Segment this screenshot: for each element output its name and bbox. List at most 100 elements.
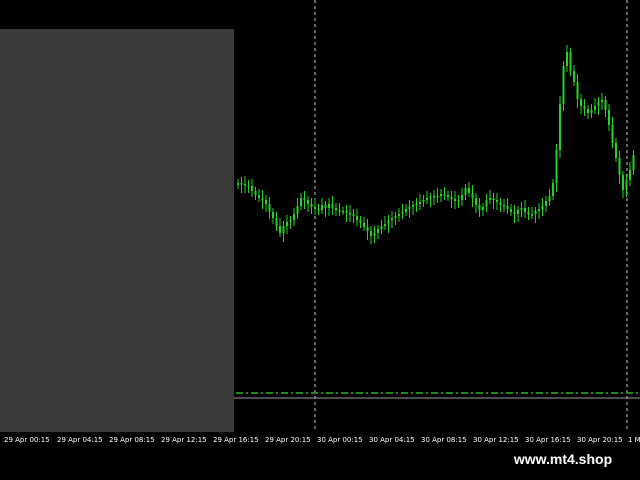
- candle-body: [513, 212, 516, 214]
- time-axis-label: 30 Apr 08:15: [421, 436, 467, 444]
- candle-body: [597, 102, 600, 106]
- time-axis-label: 30 Apr 12:15: [473, 436, 519, 444]
- candle-body: [401, 212, 404, 214]
- candle-body: [363, 223, 365, 227]
- price-chart[interactable]: [0, 0, 640, 432]
- candle-body: [590, 110, 593, 113]
- candle-body: [345, 211, 348, 213]
- candle-body: [496, 200, 498, 202]
- candle-body: [314, 207, 316, 209]
- candle-body: [534, 211, 537, 214]
- candle-body: [517, 210, 519, 214]
- candle-body: [398, 214, 400, 216]
- candle-body: [632, 155, 635, 170]
- candle-body: [499, 202, 502, 205]
- candle-body: [377, 229, 379, 233]
- candle-body: [268, 204, 271, 212]
- candle-body: [566, 52, 568, 66]
- candle-body: [349, 213, 351, 215]
- time-axis-label: 29 Apr 00:15: [4, 436, 50, 444]
- candle-body: [510, 209, 512, 212]
- candle-body: [324, 205, 327, 208]
- candle-body: [247, 185, 250, 187]
- candle-body: [352, 214, 355, 216]
- candle-body: [244, 184, 246, 186]
- candle-body: [237, 183, 239, 185]
- candle-body: [303, 198, 306, 200]
- candle-body: [338, 210, 341, 212]
- candle-body: [482, 207, 484, 210]
- candle-body: [485, 200, 488, 207]
- candle-body: [443, 194, 446, 196]
- candle-body: [293, 214, 295, 220]
- candle-body: [464, 188, 467, 195]
- candle-body: [289, 220, 292, 222]
- candle-body: [489, 198, 491, 200]
- candle-body: [569, 52, 572, 71]
- candle-body: [408, 207, 411, 209]
- candle-body: [506, 206, 509, 209]
- candle-body: [419, 202, 421, 204]
- candle-body: [405, 209, 407, 212]
- candle-body: [594, 106, 596, 110]
- candle-body: [359, 220, 362, 223]
- candle-body: [429, 197, 432, 199]
- candle-body: [611, 125, 614, 143]
- candle-body: [258, 195, 260, 198]
- candle-body: [447, 195, 449, 197]
- candle-body: [615, 143, 617, 158]
- candle-body: [608, 110, 610, 125]
- time-axis-label: 30 Apr 04:15: [369, 436, 415, 444]
- candle-body: [282, 226, 285, 233]
- candle-body: [601, 100, 603, 102]
- candle-body: [394, 216, 397, 218]
- candle-body: [520, 208, 523, 210]
- candle-body: [275, 218, 278, 226]
- candle-body: [335, 208, 337, 210]
- candle-body: [426, 198, 428, 200]
- candle-body: [366, 227, 369, 231]
- candle-body: [555, 150, 558, 183]
- candle-body: [433, 196, 435, 198]
- candle-body: [415, 204, 418, 206]
- candle-body: [317, 209, 320, 211]
- candle-body: [457, 200, 460, 202]
- candle-body: [492, 198, 495, 200]
- watermark-text: www.mt4.shop: [496, 446, 630, 472]
- candle-body: [562, 66, 565, 104]
- candle-body: [272, 212, 274, 218]
- candle-body: [384, 224, 386, 226]
- candle-body: [622, 175, 624, 190]
- candle-body: [545, 201, 547, 206]
- candle-body: [461, 195, 463, 200]
- candle-body: [468, 188, 470, 193]
- candle-body: [370, 231, 372, 236]
- candle-body: [548, 196, 551, 201]
- candle-body: [454, 199, 456, 201]
- time-axis-label: 29 Apr 16:15: [213, 436, 259, 444]
- candle-body: [471, 193, 474, 198]
- candle-body: [503, 205, 505, 207]
- candle-body: [450, 197, 453, 199]
- candle-body: [412, 205, 414, 207]
- candle-body: [625, 180, 628, 190]
- candle-body: [580, 99, 582, 106]
- candle-body: [629, 170, 631, 180]
- candle-body: [531, 214, 533, 216]
- candle-body: [618, 158, 621, 175]
- candle-body: [527, 212, 530, 215]
- candle-body: [541, 206, 544, 209]
- time-axis-label: 29 Apr 08:15: [109, 436, 155, 444]
- candle-body: [328, 204, 330, 208]
- candle-body: [604, 100, 607, 110]
- candle-body: [286, 222, 288, 226]
- time-axis-label: 30 Apr 20:15: [577, 436, 623, 444]
- candle-body: [356, 216, 358, 220]
- candle-body: [331, 204, 334, 208]
- candle-body: [254, 191, 257, 195]
- candle-body: [240, 183, 243, 185]
- candle-body: [573, 71, 575, 82]
- time-axis-label: 29 Apr 20:15: [265, 436, 311, 444]
- candle-body: [310, 204, 313, 207]
- time-axis-label: 29 Apr 04:15: [57, 436, 103, 444]
